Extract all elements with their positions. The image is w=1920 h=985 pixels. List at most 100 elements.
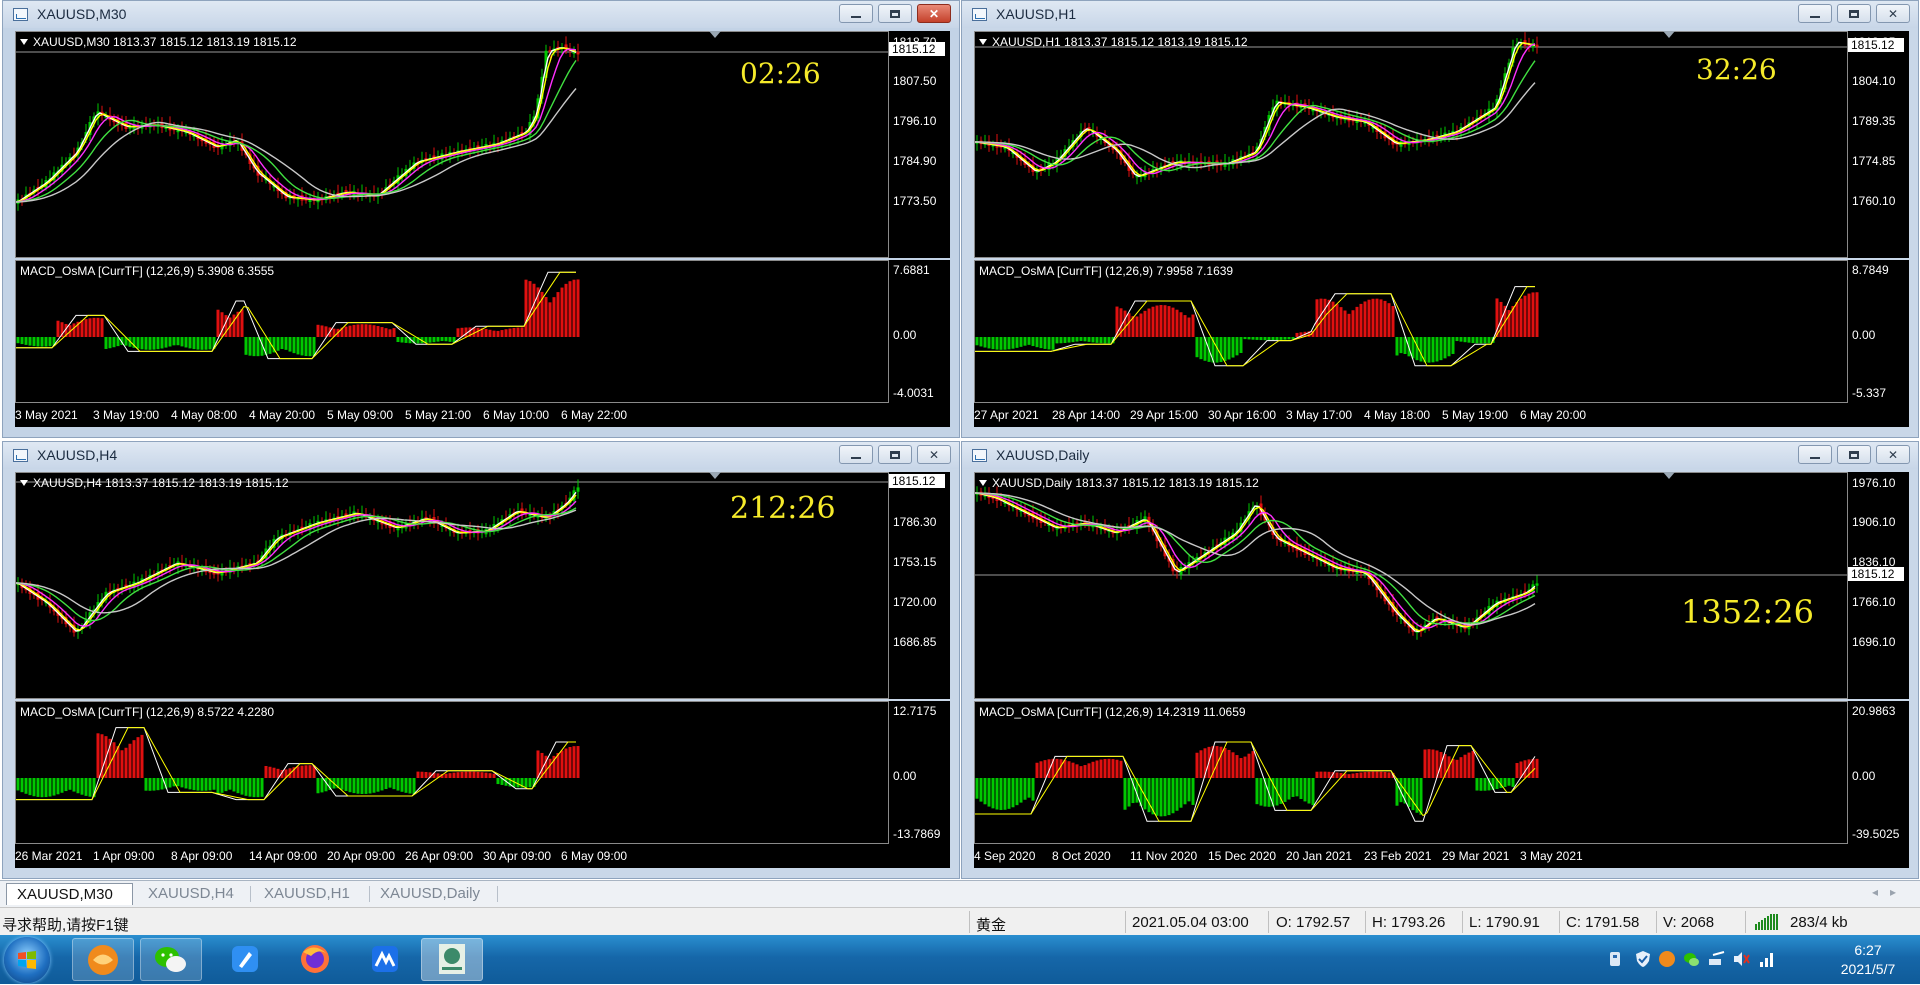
taskbar-app-feishu[interactable] [215,938,277,981]
volume-muted-icon[interactable] [1732,950,1750,968]
macd-histogram-bar [1091,761,1095,778]
price-scale[interactable]: 1819.451786.301753.151720.001686.851815.… [889,472,950,699]
macd-histogram-bar [991,337,995,350]
price-scale[interactable]: 1976.10 1906.10 1836.10 1766.10 1696.10 1815.… [1848,472,1909,699]
window-titlebar[interactable]: XAUUSD,H1 ✕ [962,1,1918,28]
macd-histogram-bar [1375,298,1379,337]
window-titlebar[interactable]: XAUUSD,M30 ✕ [3,1,959,28]
status-profile[interactable]: 黄金 [976,914,1006,935]
status-divider [1462,911,1463,933]
time-axis[interactable]: 3 May 2021 3 May 19:00 4 May 08:00 4 May 20… [15,403,950,427]
tab-xauusd-h4[interactable]: XAUUSD,H4 [138,883,244,905]
macd-histogram-bar [424,771,428,778]
chart-shift-marker-icon[interactable] [709,472,721,479]
chart-shift-marker-icon[interactable] [709,31,721,38]
tab-xauusd-daily[interactable]: XAUUSD,Daily [370,883,490,905]
indicator-scale[interactable]: 20.9863 0.00 -39.5025 [1848,701,1909,844]
fish-tray-icon[interactable] [1658,950,1676,968]
taskbar-app-firefox[interactable] [285,938,347,981]
maximize-button[interactable] [1837,4,1871,23]
macd-histogram-bar [400,778,404,792]
macd-histogram-bar [1267,337,1271,341]
macd-histogram-bar [148,778,152,791]
usb-device-icon[interactable] [1606,950,1624,968]
indicator-scale[interactable]: 12.7175 0.00 -13.7869 [889,701,950,844]
macd-histogram-bar [1167,778,1171,816]
indicator-scale[interactable]: 7.6881 0.00 -4.0031 [889,260,950,403]
macd-histogram-bar [560,750,564,778]
close-button[interactable]: ✕ [917,4,951,23]
indicator-tick-label: 0.00 [1852,328,1876,342]
time-axis[interactable]: 26 Mar 2021 1 Apr 09:00 8 Apr 09:00 14 Apr … [15,844,950,868]
close-button[interactable]: ✕ [917,445,951,464]
clock-date: 2021/5/7 [1840,961,1896,977]
indicator-scale[interactable]: 8.7849 0.00 -5.337 [1848,260,1909,403]
taskbar-app-fish[interactable] [72,938,134,981]
tab-xauusd-h1[interactable]: XAUUSD,H1 [254,883,360,905]
macd-histogram-bar [1399,337,1403,354]
chart-menu-arrow-icon[interactable] [979,480,987,486]
macd-indicator-pane[interactable]: MACD_OsMA [CurrTF] (12,26,9) 8.5722 4.22… [15,701,889,844]
macd-histogram-bar [1223,748,1227,778]
macd-indicator-pane[interactable]: MACD_OsMA [CurrTF] (12,26,9) 7.9958 7.16… [974,260,1848,403]
taskbar-app-mt4[interactable] [421,938,483,981]
maximize-button[interactable] [878,445,912,464]
minimize-button[interactable] [1798,4,1832,23]
macd-histogram-bar [1075,337,1079,342]
macd-histogram-bar [168,778,172,788]
macd-histogram-bar [1339,307,1343,337]
time-tick-label: 6 May 20:00 [1520,408,1587,422]
chart-menu-arrow-icon[interactable] [20,480,28,486]
taskbar-app-blue[interactable] [355,938,417,981]
macd-canvas[interactable] [16,261,888,402]
minimize-button[interactable] [839,4,873,23]
macd-histogram-bar [188,337,192,349]
network-icon[interactable] [1708,950,1726,968]
macd-indicator-pane[interactable]: MACD_OsMA [CurrTF] (12,26,9) 5.3908 6.35… [15,260,889,403]
macd-histogram-bar [1347,313,1351,337]
price-scale[interactable]: 1818.851804.101789.351774.851760.101815.… [1848,31,1909,258]
tab-scroll-arrows[interactable]: ◂▸ [1872,885,1908,899]
connection-bars-icon[interactable] [1754,914,1780,930]
close-button[interactable]: ✕ [1876,4,1910,23]
moving-average-line [16,48,577,203]
macd-histogram-bar [88,778,92,797]
macd-histogram-bar [372,778,376,793]
macd-histogram-bar [284,337,288,350]
tab-xauusd-m30[interactable]: XAUUSD,M30 [6,883,133,905]
indicator-tick-label: 7.6881 [893,263,930,277]
macd-histogram-bar [1235,755,1239,778]
chart-menu-arrow-icon[interactable] [20,39,28,45]
price-tick-label: 1766.10 [1852,595,1896,609]
taskbar-clock[interactable]: 6:27 2021/5/7 [1818,941,1918,979]
chart-shift-marker-icon[interactable] [1663,472,1675,479]
maximize-button[interactable] [1837,445,1871,464]
price-scale[interactable]: 1818.701807.501796.101784.901773.501815.… [889,31,950,258]
price-chart-pane[interactable]: XAUUSD,Daily 1813.37 1815.12 1813.19 181… [974,472,1848,699]
macd-canvas[interactable] [975,702,1847,843]
start-button[interactable] [4,937,50,983]
macd-histogram-bar [1483,337,1487,344]
shield-icon[interactable] [1634,950,1652,968]
minimize-button[interactable] [1798,445,1832,464]
price-chart-canvas[interactable] [975,473,1847,698]
wechat-tray-icon[interactable] [1682,950,1700,968]
window-titlebar[interactable]: XAUUSD,Daily ✕ [962,442,1918,469]
macd-histogram-bar [1039,761,1043,778]
time-axis[interactable]: 27 Apr 2021 28 Apr 14:00 29 Apr 15:00 30 Ap… [974,403,1909,427]
time-axis[interactable]: 4 Sep 2020 8 Oct 2020 11 Nov 2020 15 Dec 20… [974,844,1909,868]
minimize-button[interactable] [839,445,873,464]
taskbar-app-wechat[interactable] [140,938,202,981]
macd-histogram-bar [1463,337,1467,343]
maximize-glyph [1849,450,1859,459]
maximize-button[interactable] [878,4,912,23]
macd-canvas[interactable] [16,702,888,843]
macd-histogram-bar [1219,746,1223,778]
macd-indicator-pane[interactable]: MACD_OsMA [CurrTF] (12,26,9) 14.2319 11.… [974,701,1848,844]
chart-menu-arrow-icon[interactable] [979,39,987,45]
close-button[interactable]: ✕ [1876,445,1910,464]
signal-icon[interactable] [1758,950,1776,968]
chart-shift-marker-icon[interactable] [1663,31,1675,38]
macd-canvas[interactable] [975,261,1847,402]
window-titlebar[interactable]: XAUUSD,H4 ✕ [3,442,959,469]
